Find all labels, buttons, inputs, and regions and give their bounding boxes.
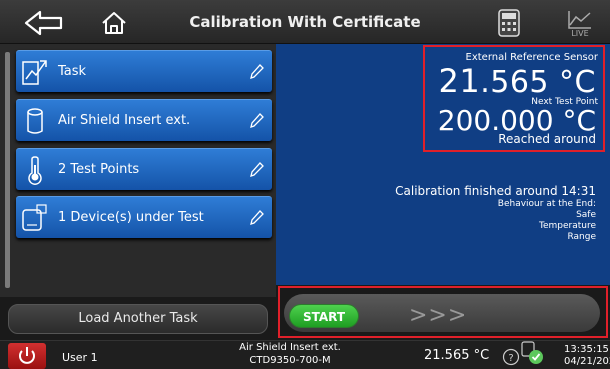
test-points-label: 2 Test Points bbox=[58, 162, 140, 177]
calibration-finish-text: Calibration finished around 14:31 bbox=[395, 184, 596, 198]
footer-insert-name: Air Shield Insert ext. bbox=[239, 342, 341, 353]
live-chart-icon[interactable]: LIVE bbox=[566, 8, 594, 38]
device-icon bbox=[22, 203, 47, 231]
start-button[interactable]: START bbox=[289, 304, 359, 328]
live-label: LIVE bbox=[571, 29, 588, 38]
task-label: Task bbox=[58, 64, 87, 79]
behaviour-line: Safe bbox=[576, 210, 596, 220]
behaviour-line: Behaviour at the End: bbox=[497, 199, 596, 209]
behaviour-line: Range bbox=[567, 232, 596, 242]
footer-temperature: 21.565 °C bbox=[424, 348, 490, 363]
behaviour-line: Temperature bbox=[538, 221, 596, 231]
footer-insert-info: Air Shield Insert ext. CTD9350-700-M bbox=[220, 341, 360, 367]
devices-under-test-button[interactable]: 1 Device(s) under Test bbox=[16, 196, 272, 238]
power-icon bbox=[19, 347, 35, 364]
edit-pencil-icon[interactable] bbox=[248, 161, 264, 179]
footer-time: 13:35:15 bbox=[564, 344, 609, 355]
sensor-value-int: 21 bbox=[438, 62, 481, 100]
load-another-task-button[interactable]: Load Another Task bbox=[8, 304, 268, 334]
help-icon[interactable]: ? bbox=[502, 348, 520, 366]
footer-insert-model: CTD9350-700-M bbox=[249, 355, 331, 366]
edit-pencil-icon[interactable] bbox=[248, 63, 264, 81]
home-icon[interactable] bbox=[101, 11, 127, 35]
devices-label: 1 Device(s) under Test bbox=[58, 210, 204, 225]
device-status-icon[interactable] bbox=[520, 340, 546, 366]
insert-button[interactable]: Air Shield Insert ext. bbox=[16, 99, 272, 141]
header-bar: Calibration With Certificate LIVE bbox=[0, 0, 610, 44]
scrollbar[interactable] bbox=[5, 52, 10, 288]
svg-text:?: ? bbox=[508, 353, 513, 364]
insert-cylinder-icon bbox=[27, 107, 43, 134]
insert-label: Air Shield Insert ext. bbox=[58, 113, 191, 128]
back-arrow-icon[interactable] bbox=[24, 10, 64, 36]
task-button[interactable]: Task bbox=[16, 50, 272, 92]
page-title: Calibration With Certificate bbox=[189, 13, 421, 31]
sensor-value: 21.565 °C bbox=[439, 62, 597, 100]
calculator-icon[interactable] bbox=[498, 9, 520, 37]
slide-chevrons: >>> bbox=[409, 303, 468, 328]
footer-date: 04/21/2022 bbox=[564, 356, 610, 367]
user-label[interactable]: User 1 bbox=[62, 351, 98, 364]
test-points-button[interactable]: 2 Test Points bbox=[16, 148, 272, 190]
reached-around-label: Reached around bbox=[498, 132, 596, 146]
footer-clock: 13:35:15 04/21/2022 bbox=[564, 344, 610, 368]
edit-pencil-icon[interactable] bbox=[248, 112, 264, 130]
behaviour-at-end: Behaviour at the End: Safe Temperature R… bbox=[498, 199, 596, 243]
edit-pencil-icon[interactable] bbox=[248, 209, 264, 227]
thermometer-icon bbox=[28, 155, 42, 185]
sensor-value-dec: .565 °C bbox=[480, 65, 596, 100]
task-document-icon bbox=[22, 59, 47, 85]
power-button[interactable] bbox=[8, 343, 46, 369]
